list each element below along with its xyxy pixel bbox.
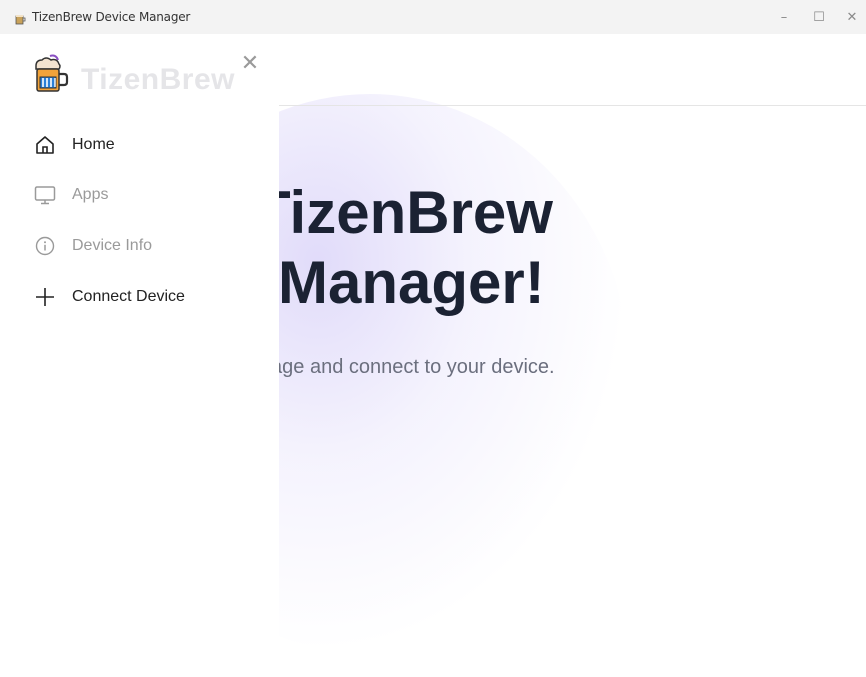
- nav-item-label: Connect Device: [72, 288, 185, 305]
- header-divider: [279, 105, 866, 106]
- nav-item-home[interactable]: Home: [34, 131, 115, 159]
- info-icon: [34, 235, 56, 257]
- monitor-icon: [34, 184, 56, 206]
- window-title: TizenBrew Device Manager: [32, 10, 191, 24]
- nav-item-device-info[interactable]: Device Info: [34, 232, 152, 260]
- logo-icon: [35, 54, 69, 92]
- nav-item-label: Device Info: [72, 237, 153, 254]
- brand-name: TizenBrew: [81, 63, 235, 96]
- nav-item-connect-device[interactable]: Connect Device: [34, 283, 185, 311]
- home-icon: [34, 134, 56, 156]
- nav-item-apps[interactable]: Apps: [34, 181, 108, 209]
- nav-item-label: Home: [72, 136, 115, 153]
- app-icon: [15, 15, 26, 25]
- nav-item-label: Apps: [72, 186, 109, 203]
- close-window-button[interactable]: ✕: [842, 8, 862, 26]
- maximize-button[interactable]: ☐: [809, 8, 829, 26]
- window-titlebar: TizenBrew Device Manager – ☐ ✕: [0, 0, 866, 34]
- minimize-button[interactable]: –: [774, 8, 794, 26]
- drawer-close-button[interactable]: ✕: [240, 53, 260, 75]
- plus-icon: [34, 286, 56, 308]
- navigation-drawer: TizenBrew ✕ Home Apps Device Info Connec…: [8, 34, 279, 677]
